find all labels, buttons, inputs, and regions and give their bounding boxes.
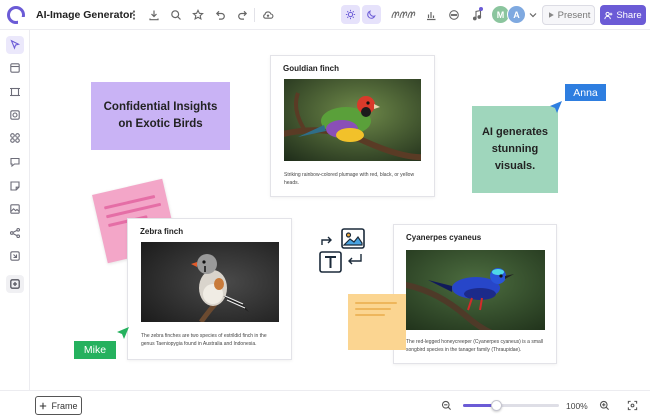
ai-magic-toggle[interactable] <box>341 5 360 24</box>
fit-to-screen-icon[interactable] <box>626 399 639 412</box>
sticky-note-yellow[interactable] <box>348 294 406 350</box>
present-button[interactable]: Present <box>542 5 595 25</box>
zebra-finch-image <box>141 242 279 322</box>
download-icon[interactable] <box>147 8 161 22</box>
cursor-name: Mike <box>83 344 107 356</box>
undo-icon[interactable] <box>213 8 227 22</box>
add-icon[interactable] <box>6 275 24 293</box>
app-title[interactable]: AI-Image Generator <box>36 9 133 21</box>
present-label: Present <box>557 9 591 21</box>
card-description: The red-legged honeycreeper (Cyanerpes c… <box>406 339 544 353</box>
card-zebra-finch[interactable]: Zebra finch The zebra finches are two sp… <box>127 218 292 360</box>
template-icon[interactable] <box>6 83 24 101</box>
card-cyanerpes-cyaneus[interactable]: Cyanerpes cyaneus The red-legged honeycr… <box>393 224 557 364</box>
gouldian-finch-image <box>284 79 421 161</box>
sticky-note-green[interactable]: AI generates stunning visuals. <box>472 106 558 193</box>
cloud-sync-icon[interactable] <box>261 8 275 22</box>
chart-icon[interactable] <box>424 8 438 22</box>
card-title: Zebra finch <box>140 227 184 236</box>
connector-icon[interactable] <box>6 224 24 242</box>
chat-icon[interactable] <box>447 8 461 22</box>
card-description: Striking rainbow-colored plumage with re… <box>284 172 415 186</box>
cursor-label-anna: Anna <box>565 84 606 101</box>
pointer-icon[interactable] <box>6 36 24 54</box>
redo-icon[interactable] <box>236 8 250 22</box>
avatar-a[interactable]: A <box>507 5 526 24</box>
sticky-note-text: AI generates stunning visuals. <box>481 126 549 172</box>
scribble-line <box>355 302 397 304</box>
sticky-note-purple[interactable]: Confidential Insights on Exotic Birds <box>91 82 230 150</box>
divider <box>254 8 255 22</box>
star-icon[interactable] <box>191 8 205 22</box>
share-label: Share <box>616 9 642 21</box>
card-gouldian-finch[interactable]: Gouldian finch Striking rainbow-colored … <box>270 55 435 197</box>
dark-mode-toggle[interactable] <box>362 5 381 24</box>
cursor-label-mike: Mike <box>74 341 116 359</box>
scribble-line <box>355 314 385 316</box>
zoom-in-icon[interactable] <box>598 399 611 412</box>
comment-icon[interactable] <box>6 153 24 171</box>
cyanerpes-cyaneus-image <box>406 250 545 330</box>
chevron-down-icon[interactable] <box>526 8 540 22</box>
more-options-icon[interactable] <box>127 8 141 22</box>
components-icon[interactable] <box>6 129 24 147</box>
cursor-name: Anna <box>573 86 598 99</box>
play-icon <box>548 12 554 18</box>
reactions-icon[interactable] <box>390 8 416 22</box>
text-to-image-icon <box>317 227 367 275</box>
embed-icon[interactable] <box>6 247 24 265</box>
zoom-out-icon[interactable] <box>440 399 453 412</box>
shapes-icon[interactable] <box>6 106 24 124</box>
card-title: Cyanerpes cyaneus <box>406 233 482 242</box>
app-logo-icon[interactable] <box>7 6 25 24</box>
sticky-note-icon[interactable] <box>6 177 24 195</box>
left-toolbar <box>0 30 30 390</box>
card-description: The zebra finches are two species of est… <box>141 333 267 347</box>
cursor-anna-icon <box>549 100 563 119</box>
frame-label: Frame <box>51 400 78 411</box>
scribble-line <box>355 308 391 310</box>
frame-icon[interactable] <box>6 59 24 77</box>
zoom-level: 100% <box>566 401 588 411</box>
add-user-icon <box>604 11 613 19</box>
image-icon[interactable] <box>6 200 24 218</box>
card-title: Gouldian finch <box>283 64 339 73</box>
top-bar: AI-Image Generator M A Present Share <box>0 0 650 30</box>
cursor-mike-icon <box>116 326 130 345</box>
sticky-note-text: Confidential Insights on Exotic Birds <box>103 101 218 130</box>
notification-dot-icon <box>478 6 484 12</box>
share-button[interactable]: Share <box>600 5 646 25</box>
add-frame-button[interactable]: Frame <box>35 396 82 415</box>
plus-icon <box>40 402 47 409</box>
search-icon[interactable] <box>169 8 183 22</box>
zoom-slider[interactable] <box>463 400 559 411</box>
